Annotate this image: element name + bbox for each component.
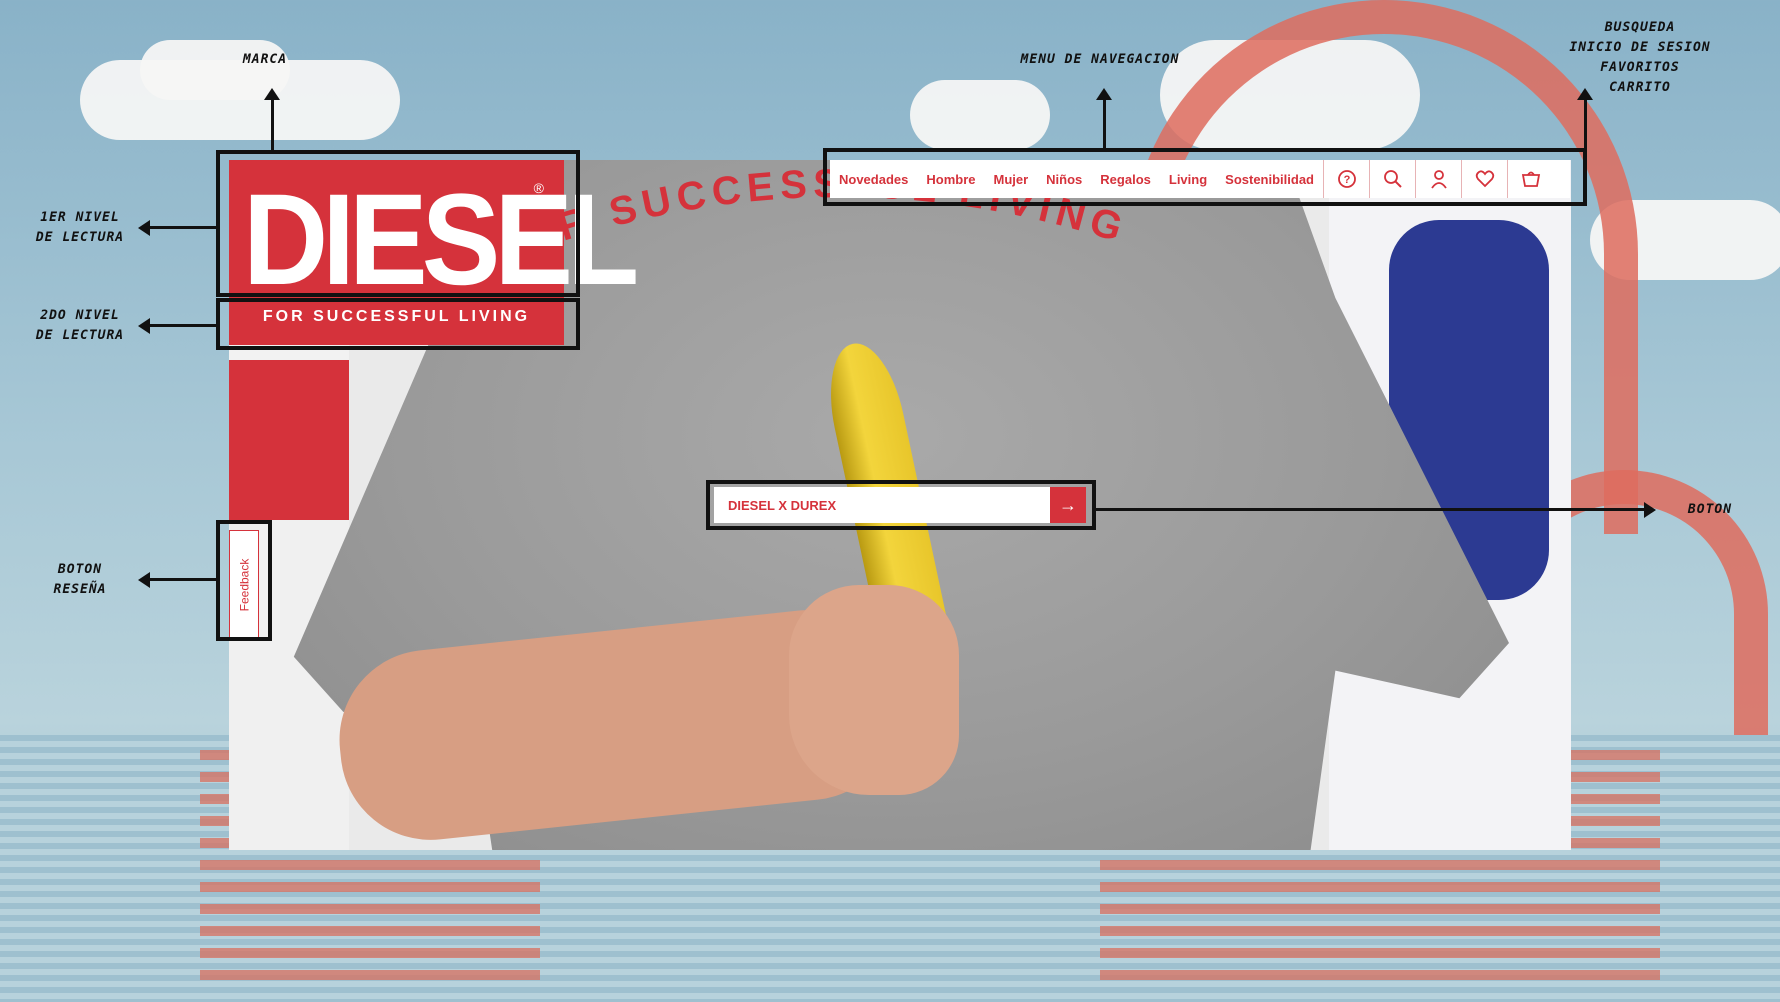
arrowhead xyxy=(138,572,150,588)
arrowhead xyxy=(1096,88,1112,100)
note-boton-resena: BOTON RESEÑA xyxy=(53,562,107,597)
note-nivel1: 1ER NIVEL DE LECTURA xyxy=(35,210,125,245)
arrowhead xyxy=(264,88,280,100)
arrow-boton-resena xyxy=(148,578,216,581)
annotation-box-tagline xyxy=(216,298,580,350)
note-boton: BOTON xyxy=(1687,502,1733,517)
annotation-box-nav xyxy=(823,148,1587,206)
annotation-box-logo xyxy=(216,150,580,297)
cloud xyxy=(910,80,1050,150)
arrow-boton xyxy=(1096,508,1646,511)
note-utilities: BUSQUEDA INICIO DE SESION FAVORITOS CARR… xyxy=(1569,20,1711,95)
arrow-menu xyxy=(1103,96,1106,148)
arrow-nivel2 xyxy=(148,324,216,327)
note-nivel2: 2DO NIVEL DE LECTURA xyxy=(35,308,125,343)
note-marca: MARCA xyxy=(242,52,288,67)
arrow-utilities xyxy=(1584,96,1587,148)
arrowhead xyxy=(1644,502,1656,518)
arrow-nivel1 xyxy=(148,226,216,229)
annotation-box-cta xyxy=(706,480,1096,530)
arrow-marca xyxy=(271,96,274,150)
note-menu: MENU DE NAVEGACION xyxy=(1020,52,1180,67)
hand xyxy=(789,585,959,795)
annotation-box-feedback xyxy=(216,520,272,641)
